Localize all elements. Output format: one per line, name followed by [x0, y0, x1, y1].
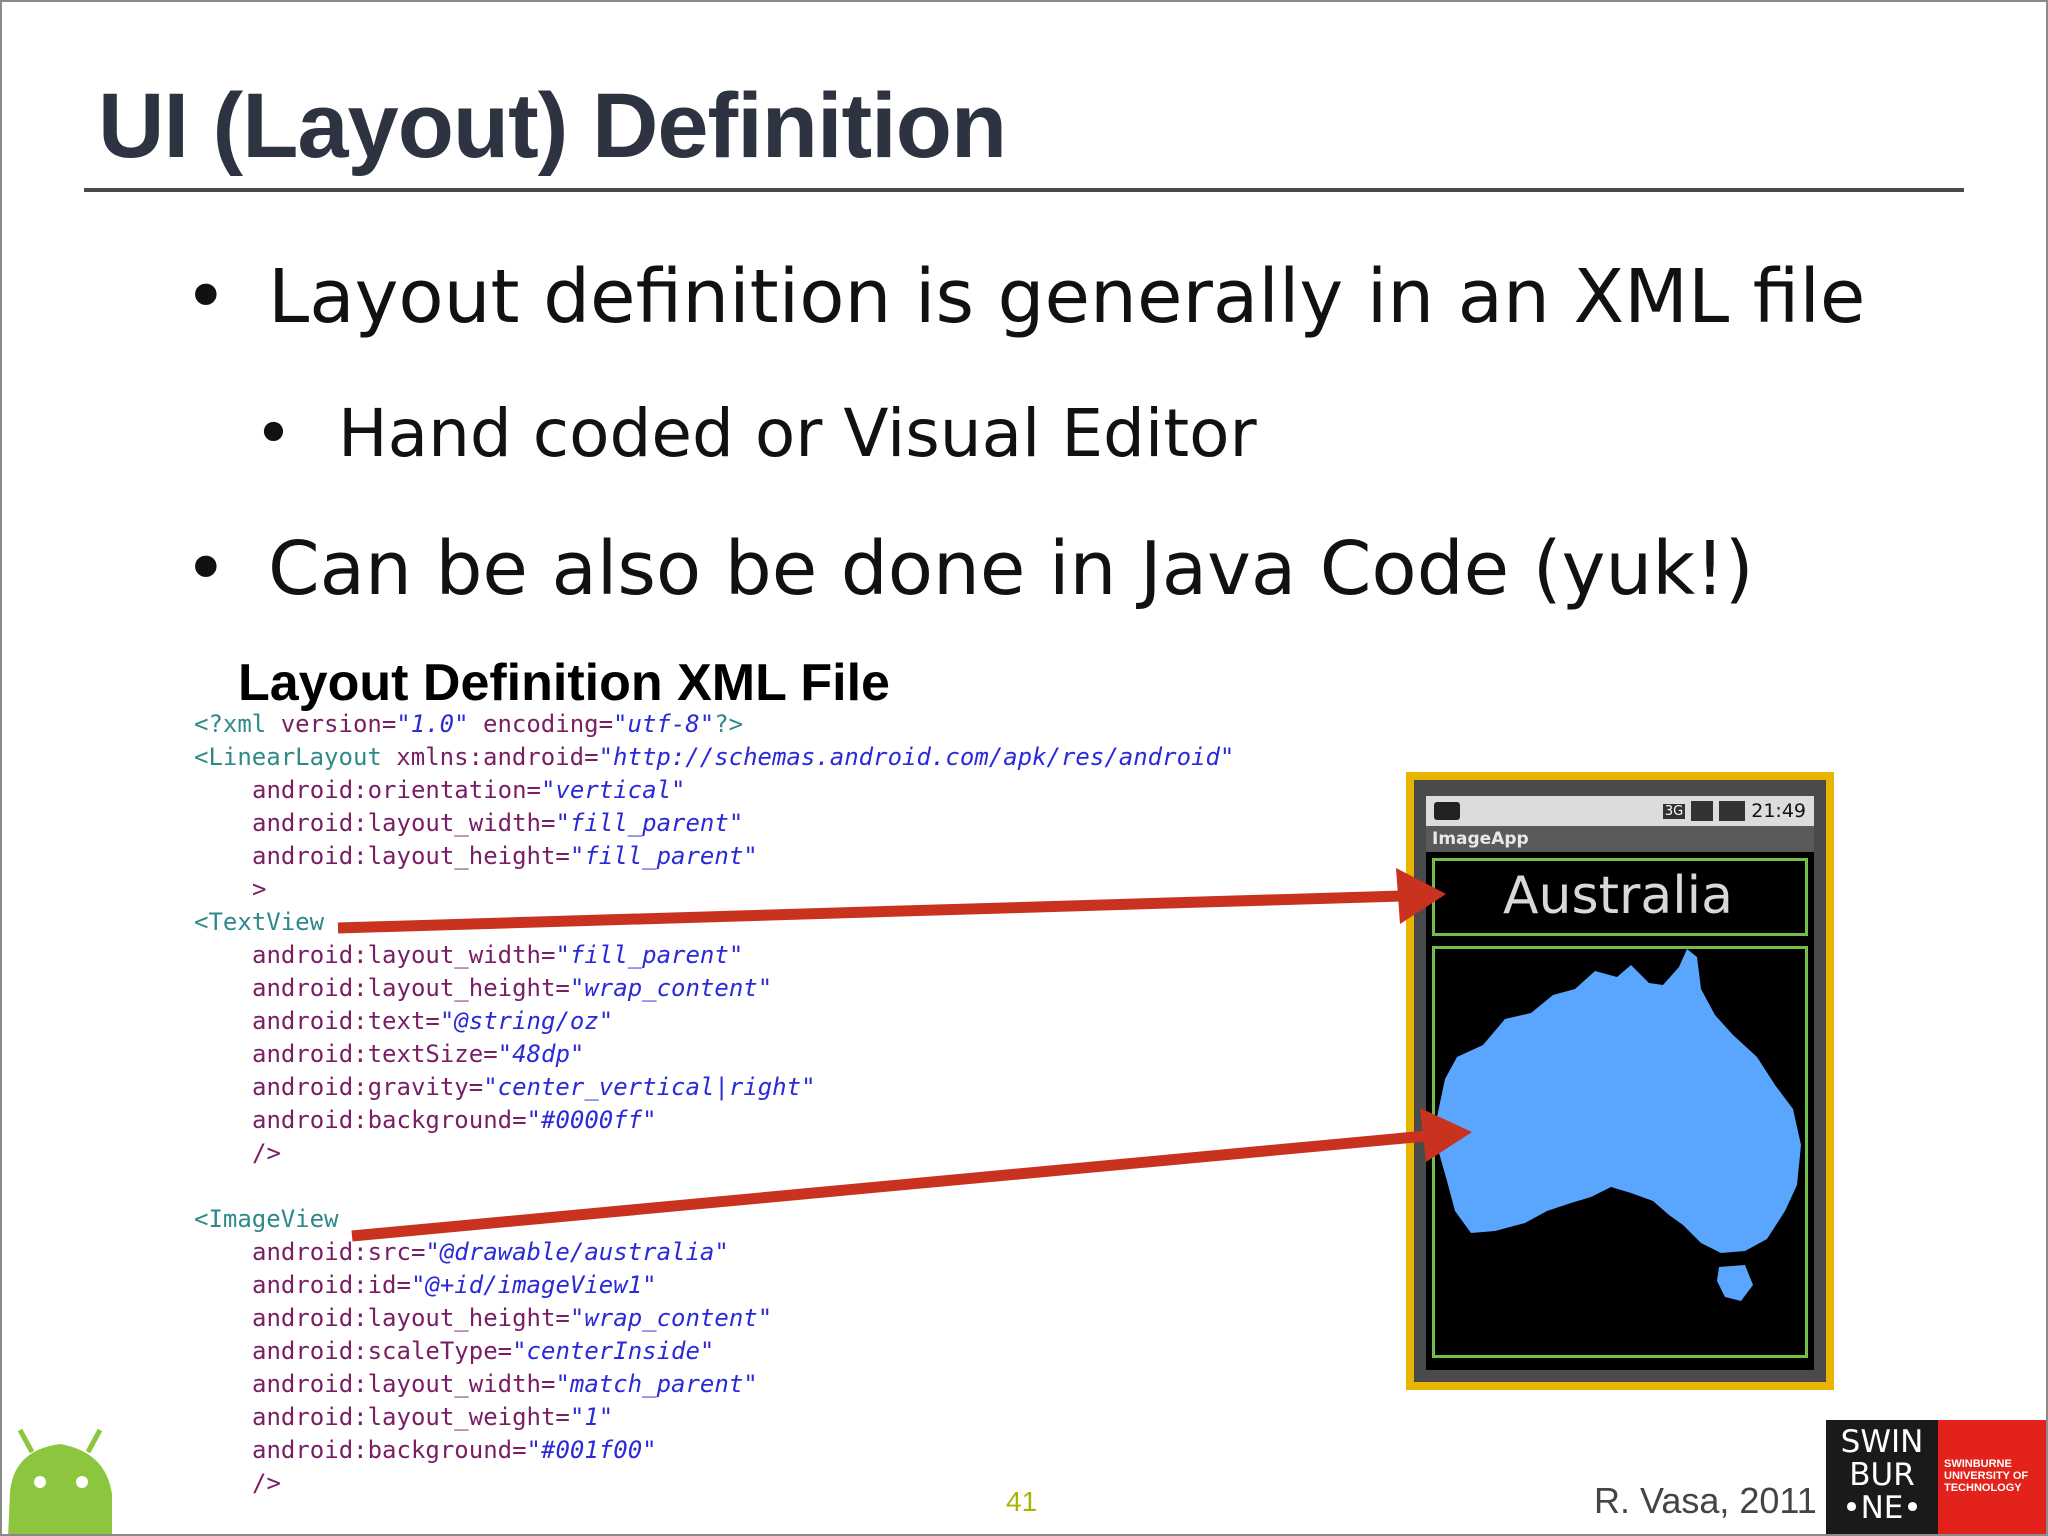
imageview-arrowhead	[1420, 1108, 1472, 1162]
imageview-arrow	[351, 1130, 1427, 1242]
annotation-arrows	[337, 868, 1472, 1242]
android-robot-icon	[8, 1428, 112, 1534]
logo-wordmark: SWIN BUR •NE•	[1826, 1420, 1938, 1534]
page-number: 41	[1006, 1486, 1038, 1517]
author-credit: R. Vasa, 2011	[1594, 1480, 1817, 1521]
slide: UI (Layout) Definition • Layout definiti…	[0, 0, 2048, 1536]
logo-university-name: SWINBURNE UNIVERSITY OF TECHNOLOGY	[1938, 1420, 2046, 1534]
textview-arrowhead	[1396, 868, 1446, 924]
swinburne-logo: SWIN BUR •NE• SWINBURNE UNIVERSITY OF TE…	[1826, 1420, 2046, 1534]
textview-arrow	[337, 890, 1403, 934]
